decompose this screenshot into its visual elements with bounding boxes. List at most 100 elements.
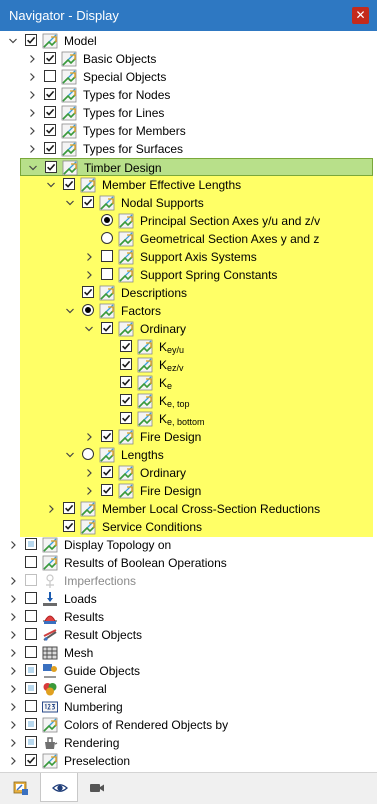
tree-item-fire-design[interactable]: Fire Design: [0, 428, 377, 446]
tree-item-k-ez-v[interactable]: Kez/v: [0, 356, 377, 374]
chevron-down-icon[interactable]: [65, 197, 75, 209]
chevron-right-icon[interactable]: [8, 611, 18, 623]
tree-item-service-conditions[interactable]: Service Conditions: [0, 518, 377, 536]
tree-item-mesh[interactable]: Mesh: [0, 644, 377, 662]
chevron-down-icon[interactable]: [84, 323, 94, 335]
chevron-right-icon[interactable]: [8, 683, 18, 695]
chevron-right-icon[interactable]: [27, 143, 37, 155]
checkbox[interactable]: [101, 484, 113, 496]
chevron-right-icon[interactable]: [27, 125, 37, 137]
chevron-right-icon[interactable]: [27, 107, 37, 119]
chevron-down-icon[interactable]: [8, 35, 18, 47]
checkbox[interactable]: [120, 412, 132, 424]
tree-item-timber-design[interactable]: Timber Design: [20, 158, 373, 176]
tree-item-geometrical-section-axes-y-and-z[interactable]: Geometrical Section Axes y and z: [0, 230, 377, 248]
tree-item-types-for-surfaces[interactable]: Types for Surfaces: [0, 140, 377, 158]
chevron-right-icon[interactable]: [8, 701, 18, 713]
chevron-right-icon[interactable]: [84, 467, 94, 479]
checkbox[interactable]: [25, 754, 37, 766]
tree-item-result-objects[interactable]: Result Objects: [0, 626, 377, 644]
tree-item-member-local-cross-section-reductions[interactable]: Member Local Cross-Section Reductions: [0, 500, 377, 518]
display-tab[interactable]: [40, 773, 78, 802]
checkbox[interactable]: [63, 178, 75, 190]
checkbox[interactable]: [44, 142, 56, 154]
tree-item-model[interactable]: Model: [0, 32, 377, 50]
checkbox[interactable]: [25, 574, 37, 586]
chevron-right-icon[interactable]: [8, 665, 18, 677]
tree-item-k-e[interactable]: Ke: [0, 374, 377, 392]
chevron-right-icon[interactable]: [27, 89, 37, 101]
tree-item-rendering[interactable]: Rendering: [0, 734, 377, 752]
tree-item-fire-design[interactable]: Fire Design: [0, 482, 377, 500]
checkbox[interactable]: [25, 538, 37, 550]
checkbox[interactable]: [120, 358, 132, 370]
checkbox[interactable]: [82, 286, 94, 298]
chevron-right-icon[interactable]: [8, 575, 18, 587]
checkbox[interactable]: [25, 610, 37, 622]
tree-item-types-for-lines[interactable]: Types for Lines: [0, 104, 377, 122]
tree-item-k-e-top[interactable]: Ke, top: [0, 392, 377, 410]
tree-item-guide-objects[interactable]: Guide Objects: [0, 662, 377, 680]
chevron-right-icon[interactable]: [8, 647, 18, 659]
tree-item-imperfections[interactable]: Imperfections: [0, 572, 377, 590]
tree-item-results-of-boolean-operations[interactable]: Results of Boolean Operations: [0, 554, 377, 572]
tree-item-types-for-nodes[interactable]: Types for Nodes: [0, 86, 377, 104]
tree-item-colors-of-rendered-objects-by[interactable]: Colors of Rendered Objects by: [0, 716, 377, 734]
checkbox[interactable]: [63, 502, 75, 514]
checkbox[interactable]: [25, 682, 37, 694]
tree-item-lengths[interactable]: Lengths: [0, 446, 377, 464]
tree-item-display-topology-on[interactable]: Display Topology on: [0, 536, 377, 554]
tree-item-support-axis-systems[interactable]: Support Axis Systems: [0, 248, 377, 266]
chevron-right-icon[interactable]: [8, 737, 18, 749]
checkbox[interactable]: [25, 736, 37, 748]
chevron-down-icon[interactable]: [28, 162, 38, 174]
chevron-right-icon[interactable]: [84, 431, 94, 443]
tree-item-k-e-bottom[interactable]: Ke, bottom: [0, 410, 377, 428]
radio-button[interactable]: [82, 304, 94, 316]
tree-item-nodal-supports[interactable]: Nodal Supports: [0, 194, 377, 212]
chevron-right-icon[interactable]: [27, 71, 37, 83]
tree-item-special-objects[interactable]: Special Objects: [0, 68, 377, 86]
checkbox[interactable]: [25, 646, 37, 658]
checkbox[interactable]: [25, 592, 37, 604]
chevron-right-icon[interactable]: [84, 251, 94, 263]
radio-button[interactable]: [101, 232, 113, 244]
tree-item-ordinary[interactable]: Ordinary: [0, 464, 377, 482]
tree-item-member-effective-lengths[interactable]: Member Effective Lengths: [0, 176, 377, 194]
close-button[interactable]: ✕: [352, 7, 369, 24]
chevron-right-icon[interactable]: [8, 755, 18, 767]
tree-item-numbering[interactable]: Numbering: [0, 698, 377, 716]
chevron-right-icon[interactable]: [46, 503, 56, 515]
chevron-right-icon[interactable]: [84, 485, 94, 497]
chevron-right-icon[interactable]: [8, 629, 18, 641]
data-tab[interactable]: [2, 773, 40, 802]
tree-item-factors[interactable]: Factors: [0, 302, 377, 320]
tree-item-ordinary[interactable]: Ordinary: [0, 320, 377, 338]
checkbox[interactable]: [120, 340, 132, 352]
tree-item-general[interactable]: General: [0, 680, 377, 698]
tree-item-results[interactable]: Results: [0, 608, 377, 626]
checkbox[interactable]: [101, 430, 113, 442]
title-bar[interactable]: Navigator - Display ✕: [0, 0, 377, 31]
tree-item-principal-section-axes-y-u-and-z-v[interactable]: Principal Section Axes y/u and z/v: [0, 212, 377, 230]
checkbox[interactable]: [101, 250, 113, 262]
checkbox[interactable]: [25, 664, 37, 676]
checkbox[interactable]: [44, 106, 56, 118]
checkbox[interactable]: [120, 376, 132, 388]
checkbox[interactable]: [101, 268, 113, 280]
chevron-right-icon[interactable]: [27, 53, 37, 65]
radio-button[interactable]: [101, 214, 113, 226]
radio-button[interactable]: [82, 448, 94, 460]
checkbox[interactable]: [44, 88, 56, 100]
checkbox[interactable]: [63, 520, 75, 532]
tree-item-preselection[interactable]: Preselection: [0, 752, 377, 770]
chevron-right-icon[interactable]: [8, 719, 18, 731]
tree-item-loads[interactable]: Loads: [0, 590, 377, 608]
checkbox[interactable]: [45, 161, 57, 173]
views-tab[interactable]: [78, 773, 116, 802]
chevron-down-icon[interactable]: [46, 179, 56, 191]
tree-item-types-for-members[interactable]: Types for Members: [0, 122, 377, 140]
checkbox[interactable]: [44, 52, 56, 64]
chevron-down-icon[interactable]: [65, 305, 75, 317]
chevron-down-icon[interactable]: [65, 449, 75, 461]
